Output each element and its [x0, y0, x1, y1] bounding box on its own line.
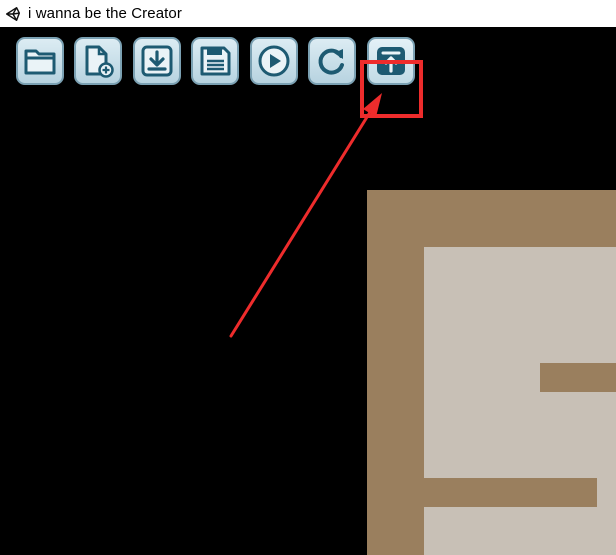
title-bar: i wanna be the Creator — [0, 0, 616, 27]
game-canvas[interactable] — [0, 27, 616, 555]
unity-icon — [5, 6, 21, 21]
annotation-arrow — [229, 93, 382, 338]
window-title: i wanna be the Creator — [28, 5, 182, 22]
